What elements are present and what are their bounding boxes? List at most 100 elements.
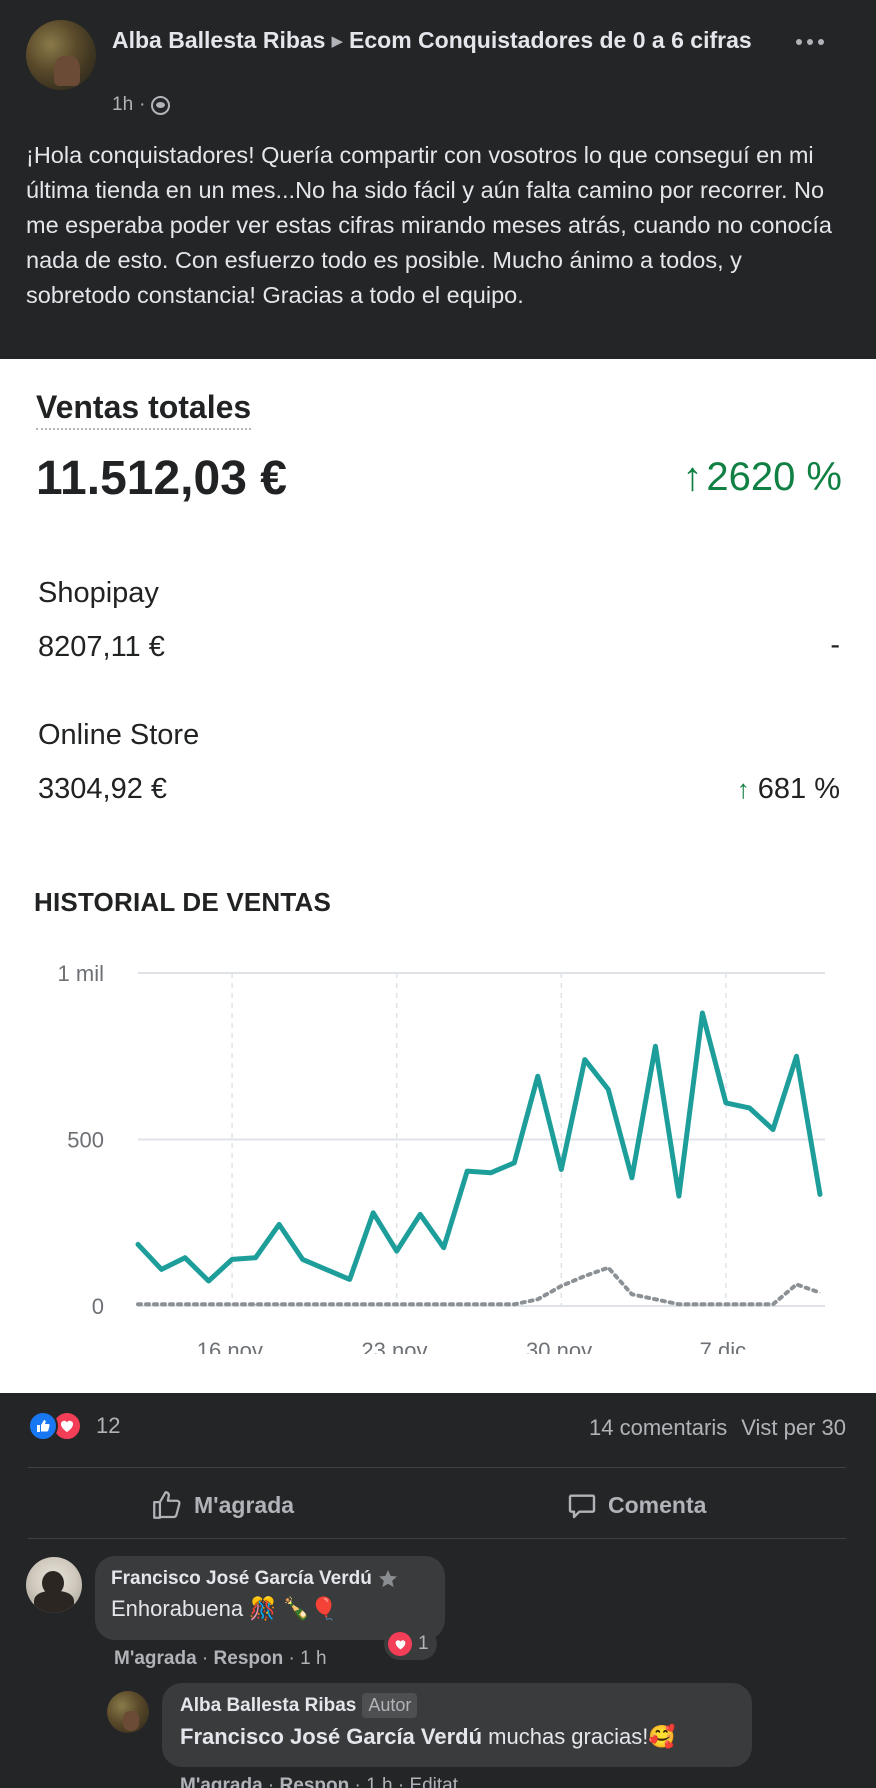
data-point-current bbox=[278, 1223, 280, 1225]
meta-separator: · bbox=[139, 94, 146, 115]
data-point-previous bbox=[419, 1303, 421, 1305]
data-point-current bbox=[466, 1170, 468, 1172]
comment-author[interactable]: Francisco José García Verdú bbox=[111, 1568, 372, 1590]
data-point-previous bbox=[137, 1303, 139, 1305]
data-point-previous bbox=[678, 1303, 680, 1305]
like-button[interactable]: M'agrada bbox=[150, 1484, 294, 1526]
data-point-current bbox=[255, 1257, 257, 1259]
data-point-current bbox=[184, 1257, 186, 1259]
data-point-current bbox=[161, 1268, 163, 1270]
reply-bubble: Alba Ballesta Ribas Autor Francisco José… bbox=[162, 1683, 752, 1767]
reply-time[interactable]: 1 h bbox=[366, 1775, 392, 1788]
channel-change-shopipay: - bbox=[830, 629, 840, 661]
data-point-current bbox=[513, 1162, 515, 1164]
data-point-previous bbox=[443, 1303, 445, 1305]
comment-reply-link[interactable]: Respon bbox=[214, 1648, 284, 1669]
post-meta: 1h · bbox=[112, 94, 171, 116]
data-point-current bbox=[537, 1075, 539, 1077]
commenter-avatar[interactable] bbox=[26, 1557, 82, 1613]
channel-change-online-store: ↑ 681 % bbox=[737, 773, 840, 806]
data-point-current bbox=[325, 1268, 327, 1270]
post-stats: 14 comentaris Vist per 30 bbox=[589, 1415, 846, 1441]
reply-author-row: Alba Ballesta Ribas Autor bbox=[180, 1693, 734, 1718]
thumbs-up-icon bbox=[153, 1491, 181, 1519]
data-point-current bbox=[748, 1107, 750, 1109]
divider bbox=[28, 1538, 846, 1539]
reply-author[interactable]: Alba Ballesta Ribas bbox=[180, 1695, 356, 1717]
comment-author-row: Francisco José García Verdú bbox=[111, 1568, 429, 1590]
x-tick-label: 30 nov. bbox=[526, 1338, 597, 1354]
reply-author-avatar[interactable] bbox=[107, 1691, 149, 1733]
love-reaction-icon bbox=[388, 1632, 412, 1656]
comment-button-label: Comenta bbox=[608, 1491, 707, 1518]
reply-actions: M'agrada · Respon · 1 h · Editat bbox=[180, 1775, 458, 1788]
author-name[interactable]: Alba Ballesta Ribas bbox=[112, 27, 325, 53]
facebook-post: Alba Ballesta Ribas ▶ Ecom Conquistadores … bbox=[0, 0, 876, 1788]
post-image[interactable]: Ventas totales 11.512,03 € ↑ 2620 % Shop… bbox=[0, 359, 876, 1393]
reply-like-link[interactable]: M'agrada bbox=[180, 1775, 263, 1788]
y-tick-label: 1 mil bbox=[58, 961, 104, 986]
x-tick-label: 7 dic. bbox=[700, 1338, 753, 1354]
post-time[interactable]: 1h bbox=[112, 94, 133, 116]
audience-group-icon bbox=[151, 95, 171, 115]
views-count[interactable]: Vist per 30 bbox=[741, 1415, 846, 1441]
data-point-previous bbox=[537, 1298, 539, 1300]
data-point-current bbox=[396, 1250, 398, 1252]
channel-change-value: 681 % bbox=[757, 773, 840, 805]
reply-mention[interactable]: Francisco José García Verdú bbox=[180, 1724, 482, 1749]
data-point-current bbox=[678, 1195, 680, 1197]
data-point-previous bbox=[819, 1292, 821, 1294]
data-point-previous bbox=[584, 1275, 586, 1277]
data-point-previous bbox=[255, 1303, 257, 1305]
x-tick-label: 23 nov. bbox=[361, 1338, 432, 1354]
reaction-count: 12 bbox=[96, 1413, 121, 1438]
data-point-previous bbox=[231, 1303, 233, 1305]
comment-like-link[interactable]: M'agrada bbox=[114, 1648, 197, 1669]
data-point-current bbox=[137, 1243, 139, 1245]
author-avatar[interactable] bbox=[26, 20, 96, 90]
reactions-summary[interactable]: 12 bbox=[28, 1411, 120, 1441]
data-point-current bbox=[819, 1193, 821, 1195]
author-badge: Autor bbox=[362, 1693, 418, 1718]
data-point-current bbox=[372, 1212, 374, 1214]
comment-actions: M'agrada · Respon · 1 h bbox=[114, 1648, 327, 1669]
data-point-previous bbox=[349, 1303, 351, 1305]
data-point-previous bbox=[725, 1303, 727, 1305]
data-point-current bbox=[231, 1258, 233, 1260]
data-point-previous bbox=[302, 1303, 304, 1305]
y-tick-label: 0 bbox=[92, 1294, 104, 1319]
data-point-previous bbox=[631, 1293, 633, 1295]
data-point-current bbox=[419, 1213, 421, 1215]
data-point-previous bbox=[560, 1285, 562, 1287]
sales-title: Ventas totales bbox=[36, 389, 252, 430]
divider bbox=[28, 1467, 846, 1468]
comments-count[interactable]: 14 comentaris bbox=[589, 1415, 727, 1441]
comment-bubble: Francisco José García Verdú Enhorabuena … bbox=[95, 1556, 445, 1640]
y-tick-label: 500 bbox=[67, 1128, 104, 1153]
channel-value-online-store: 3304,92 € bbox=[38, 773, 168, 805]
comment-reactions[interactable]: 1 bbox=[384, 1628, 437, 1660]
comment-time[interactable]: 1 h bbox=[300, 1648, 326, 1669]
data-point-current bbox=[302, 1258, 304, 1260]
group-name[interactable]: Ecom Conquistadores de 0 a 6 cifras bbox=[349, 27, 752, 53]
data-point-previous bbox=[278, 1303, 280, 1305]
reply-text: muchas gracias!🥰 bbox=[482, 1724, 676, 1749]
comment-button[interactable]: Comenta bbox=[566, 1484, 706, 1526]
reply-reply-link[interactable]: Respon bbox=[280, 1775, 350, 1788]
data-point-previous bbox=[701, 1303, 703, 1305]
data-point-previous bbox=[490, 1303, 492, 1305]
more-options-icon[interactable] bbox=[790, 30, 830, 54]
data-point-previous bbox=[795, 1283, 797, 1285]
data-point-previous bbox=[161, 1303, 163, 1305]
data-point-current bbox=[208, 1280, 210, 1282]
arrow-up-icon: ↑ bbox=[736, 774, 750, 804]
data-point-current bbox=[701, 1012, 703, 1014]
data-point-previous bbox=[466, 1303, 468, 1305]
sales-history-chart: 0 500 1 mil 16 nov. 23 nov. 30 nov. 7 dic. bbox=[58, 961, 825, 1354]
data-point-previous bbox=[772, 1303, 774, 1305]
data-point-current bbox=[631, 1177, 633, 1179]
data-point-current bbox=[607, 1089, 609, 1091]
reply-edited: Editat bbox=[409, 1775, 459, 1788]
channel-value-shopipay: 8207,11 € bbox=[38, 631, 165, 663]
data-point-previous bbox=[372, 1303, 374, 1305]
